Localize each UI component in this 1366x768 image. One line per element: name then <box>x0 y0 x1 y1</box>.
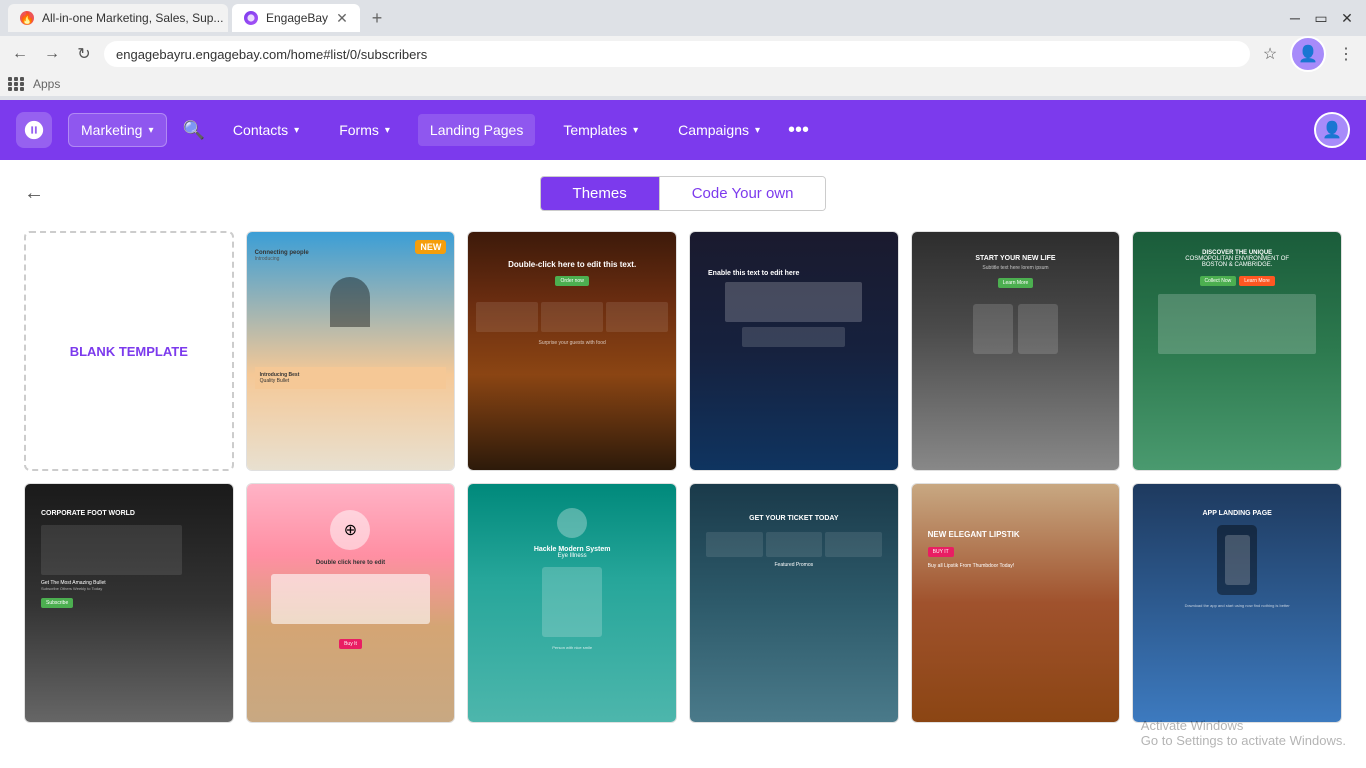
tab2-close[interactable]: ✕ <box>336 10 348 27</box>
blank-template-label: BLANK TEMPLATE <box>70 344 188 359</box>
back-browser-button[interactable]: ← <box>8 42 32 66</box>
code-your-own-tab[interactable]: Code Your own <box>660 177 826 210</box>
browser-controls: ← → ↻ ☆ 👤 ⋮ <box>0 36 1366 72</box>
apps-grid-icon <box>8 77 25 91</box>
browser-user-avatar[interactable]: 👤 <box>1290 36 1326 72</box>
campaigns-chevron-icon: ▾ <box>755 125 760 136</box>
template-card-8[interactable]: Hackle Modern System Eye Illness Person … <box>467 483 677 723</box>
nav-contacts-label: Contacts <box>233 122 288 138</box>
app-logo[interactable] <box>16 112 52 148</box>
template-10-preview: NEW ELEGANT LIPSTIK BUY IT Buy all Lipst… <box>912 484 1120 722</box>
browser-tab-2[interactable]: EngageBay ✕ <box>232 4 360 32</box>
nav-landing-pages[interactable]: Landing Pages <box>418 114 535 146</box>
tab-switcher-row: ← Themes Code Your own <box>24 176 1342 211</box>
template-card-9[interactable]: GET YOUR TICKET TODAY Featured Promos <box>689 483 899 723</box>
template-1-preview: Connecting people Introducing Introducin… <box>247 232 455 470</box>
browser-chrome: 🔥 All-in-one Marketing, Sales, Sup... ✕ … <box>0 0 1366 100</box>
tab2-favicon <box>244 11 258 25</box>
nav-templates-label: Templates <box>563 122 627 138</box>
reload-button[interactable]: ↻ <box>72 42 96 66</box>
template-4-preview: START YOUR NEW LIFE Subtitle text here l… <box>912 232 1120 470</box>
tab-bar: 🔥 All-in-one Marketing, Sales, Sup... ✕ … <box>0 0 1366 36</box>
template-9-preview: GET YOUR TICKET TODAY Featured Promos <box>690 484 898 722</box>
forms-chevron-icon: ▾ <box>385 125 390 136</box>
marketing-chevron-icon: ▾ <box>148 125 153 136</box>
tab2-label: EngageBay <box>266 11 328 25</box>
nav-more-button[interactable]: ••• <box>788 119 809 142</box>
template-2-preview: Double-click here to edit this text. Ord… <box>468 232 676 470</box>
templates-chevron-icon: ▾ <box>633 125 638 136</box>
bookmark-button[interactable]: ☆ <box>1258 42 1282 66</box>
template-card-7[interactable]: ⊕ Double click here to edit Buy It <box>246 483 456 723</box>
template-card-10[interactable]: NEW ELEGANT LIPSTIK BUY IT Buy all Lipst… <box>911 483 1121 723</box>
template-card-6[interactable]: CORPORATE FOOT WORLD Get The Most Amazin… <box>24 483 234 723</box>
nav-landing-pages-label: Landing Pages <box>430 122 523 138</box>
nav-forms[interactable]: Forms ▾ <box>327 114 402 146</box>
template-grid: BLANK TEMPLATE Connecting people Introdu… <box>24 231 1342 723</box>
nav-contacts[interactable]: Contacts ▾ <box>221 114 311 146</box>
nav-campaigns-label: Campaigns <box>678 122 749 138</box>
template-6-preview: CORPORATE FOOT WORLD Get The Most Amazin… <box>25 484 233 722</box>
themes-tab[interactable]: Themes <box>541 177 660 210</box>
address-bar[interactable] <box>104 41 1250 67</box>
minimize-button[interactable]: ─ <box>1284 7 1306 29</box>
browser-menu-button[interactable]: ⋮ <box>1334 42 1358 66</box>
windows-watermark: Activate WindowsGo to Settings to activa… <box>1141 718 1346 748</box>
template-11-preview: APP LANDING PAGE Download the app and st… <box>1133 484 1341 722</box>
template-card-3[interactable]: Enable this text to edit here <box>689 231 899 471</box>
template-5-preview: DISCOVER THE UNIQUE COSMOPOLITAN ENVIRON… <box>1133 232 1341 470</box>
template-card-11[interactable]: APP LANDING PAGE Download the app and st… <box>1132 483 1342 723</box>
main-content: ← Themes Code Your own BLANK TEMPLATE Co… <box>0 160 1366 768</box>
maximize-button[interactable]: ▭ <box>1310 7 1332 29</box>
nav-marketing[interactable]: Marketing ▾ <box>68 113 167 147</box>
contacts-chevron-icon: ▾ <box>294 125 299 136</box>
tab-switcher: Themes Code Your own <box>540 176 827 211</box>
template-card-2[interactable]: Double-click here to edit this text. Ord… <box>467 231 677 471</box>
template-8-preview: Hackle Modern System Eye Illness Person … <box>468 484 676 722</box>
nav-templates[interactable]: Templates ▾ <box>551 114 650 146</box>
template-card-1[interactable]: Connecting people Introducing Introducin… <box>246 231 456 471</box>
window-controls: ─ ▭ ✕ <box>1284 7 1358 29</box>
tab1-favicon: 🔥 <box>20 11 34 25</box>
nav-marketing-label: Marketing <box>81 122 142 138</box>
nav-campaigns[interactable]: Campaigns ▾ <box>666 114 772 146</box>
tab1-label: All-in-one Marketing, Sales, Sup... <box>42 11 223 25</box>
user-avatar[interactable]: 👤 <box>1314 112 1350 148</box>
template-card-4[interactable]: START YOUR NEW LIFE Subtitle text here l… <box>911 231 1121 471</box>
app-header: Marketing ▾ 🔍 Contacts ▾ Forms ▾ Landing… <box>0 100 1366 160</box>
nav-forms-label: Forms <box>339 122 379 138</box>
forward-browser-button[interactable]: → <box>40 42 64 66</box>
new-tab-button[interactable]: + <box>364 8 391 29</box>
browser-tab-1[interactable]: 🔥 All-in-one Marketing, Sales, Sup... ✕ <box>8 4 228 32</box>
apps-label: Apps <box>33 77 60 91</box>
apps-bar: Apps <box>0 72 1366 96</box>
new-badge-1: NEW <box>415 240 446 254</box>
template-card-blank[interactable]: BLANK TEMPLATE <box>24 231 234 471</box>
template-3-preview: Enable this text to edit here <box>690 232 898 470</box>
template-7-preview: ⊕ Double click here to edit Buy It <box>247 484 455 722</box>
nav-search-icon[interactable]: 🔍 <box>183 120 205 141</box>
template-card-5[interactable]: DISCOVER THE UNIQUE COSMOPOLITAN ENVIRON… <box>1132 231 1342 471</box>
close-button[interactable]: ✕ <box>1336 7 1358 29</box>
back-button[interactable]: ← <box>24 182 44 205</box>
